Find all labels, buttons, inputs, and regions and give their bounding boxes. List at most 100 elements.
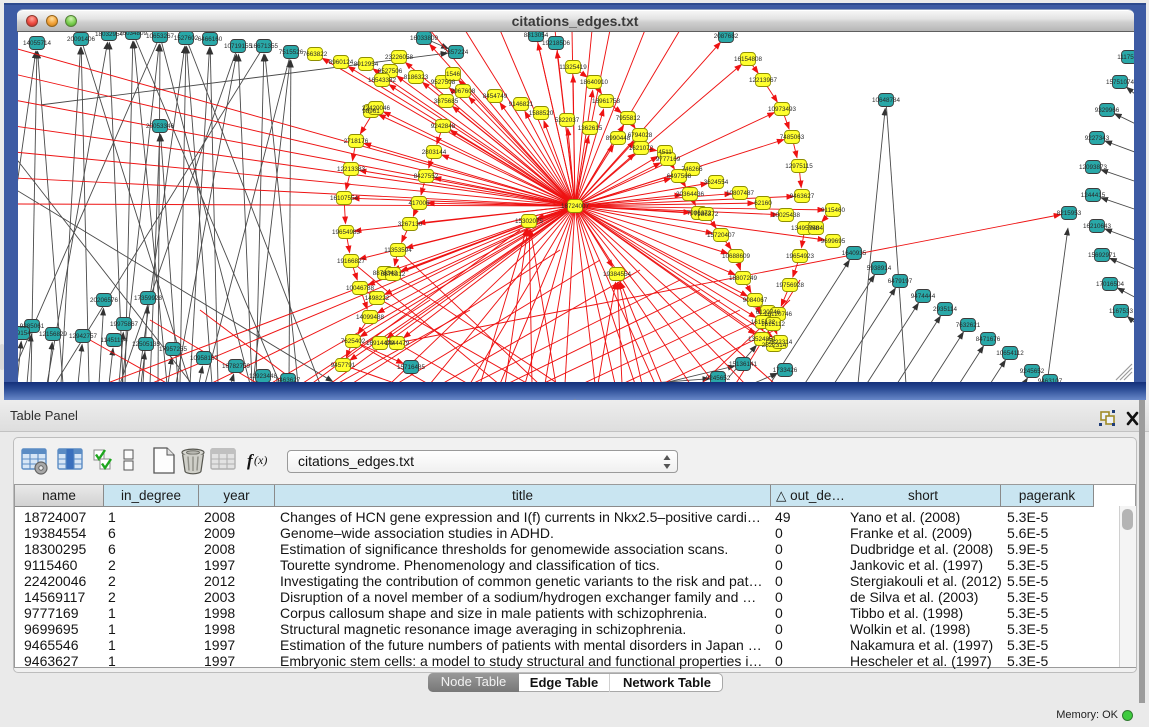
svg-text:23226058: 23226058	[385, 54, 414, 61]
svg-text:3875685: 3875685	[434, 98, 459, 105]
svg-text:8960124: 8960124	[329, 59, 354, 66]
svg-text:9699695: 9699695	[821, 238, 846, 245]
svg-text:17016504: 17016504	[1096, 281, 1125, 288]
svg-text:18640910: 18640910	[580, 79, 609, 86]
svg-text:3624554: 3624554	[704, 179, 729, 186]
svg-text:6479197: 6479197	[888, 278, 913, 285]
svg-text:10688609: 10688609	[722, 253, 751, 260]
svg-text:10025438: 10025438	[772, 212, 801, 219]
svg-text:19756928: 19756928	[776, 282, 805, 289]
svg-text:5322037: 5322037	[555, 117, 580, 124]
svg-text:9115460: 9115460	[821, 207, 846, 214]
svg-text:1615112: 1615112	[761, 321, 786, 328]
svg-text:16782759: 16782759	[222, 363, 251, 370]
svg-text:20364436: 20364436	[676, 191, 705, 198]
svg-text:2522314: 2522314	[768, 339, 793, 346]
svg-text:5938914: 5938914	[867, 265, 892, 272]
svg-text:8215953: 8215953	[1057, 210, 1082, 217]
svg-text:14055714: 14055714	[23, 40, 52, 47]
svg-text:15136141: 15136141	[729, 361, 758, 368]
svg-text:16961758: 16961758	[592, 98, 621, 105]
svg-text:9457791: 9457791	[331, 362, 356, 369]
svg-text:16120746: 16120746	[764, 311, 793, 318]
svg-text:17359928: 17359928	[134, 295, 163, 302]
svg-text:746266: 746266	[681, 166, 703, 173]
svg-text:14099488: 14099488	[356, 314, 385, 321]
svg-text:4511: 4511	[658, 149, 672, 156]
svg-text:2935114: 2935114	[933, 306, 958, 313]
svg-text:2967608: 2967608	[451, 88, 476, 95]
svg-text:9463627: 9463627	[276, 377, 301, 382]
svg-text:9227343: 9227343	[1085, 135, 1110, 142]
svg-text:1117533: 1117533	[1117, 54, 1134, 61]
svg-text:12975115: 12975115	[785, 163, 813, 170]
svg-text:1244415: 1244415	[1081, 192, 1106, 199]
svg-text:3267130: 3267130	[398, 221, 423, 228]
svg-text:12942757: 12942757	[69, 333, 98, 340]
svg-text:10654112: 10654112	[996, 350, 1024, 357]
svg-text:19384554: 19384554	[603, 271, 632, 278]
svg-text:8427552: 8427552	[414, 173, 439, 180]
svg-text:1498222: 1498222	[365, 295, 390, 302]
svg-text:8186323: 8186323	[404, 74, 429, 81]
svg-text:15720407: 15720407	[707, 232, 736, 239]
svg-text:19654923: 19654923	[786, 253, 815, 260]
svg-text:11325419: 11325419	[559, 64, 587, 71]
svg-text:7986372: 7986372	[694, 211, 719, 218]
svg-text:9777169: 9777169	[656, 156, 681, 163]
svg-text:2087682: 2087682	[714, 33, 739, 40]
svg-text:8813054: 8813054	[524, 32, 549, 39]
svg-text:10973493: 10973493	[768, 106, 797, 113]
svg-text:20091406: 20091406	[67, 36, 96, 43]
svg-text:19975867: 19975867	[110, 321, 139, 328]
svg-text:1444479: 1444479	[385, 340, 410, 347]
svg-text:10958187: 10958187	[190, 355, 219, 362]
svg-text:8471676: 8471676	[976, 336, 1001, 343]
svg-text:9527506: 9527506	[378, 68, 403, 75]
svg-text:1362615: 1362615	[578, 125, 603, 132]
svg-text:17957255: 17957255	[159, 346, 188, 353]
svg-text:20053346: 20053346	[146, 123, 175, 130]
svg-text:16107554: 16107554	[330, 195, 359, 202]
svg-text:15302075: 15302075	[515, 218, 544, 225]
svg-text:10719155: 10719155	[224, 43, 253, 50]
svg-text:9527508: 9527508	[431, 79, 456, 86]
svg-text:9245652: 9245652	[706, 375, 731, 382]
svg-text:9329966: 9329966	[1095, 107, 1120, 114]
svg-text:16210643: 16210643	[1083, 223, 1112, 230]
svg-text:15716485: 15716485	[397, 364, 426, 371]
svg-text:11451194: 11451194	[100, 337, 128, 344]
svg-text:18724007: 18724007	[561, 203, 590, 210]
svg-text:16671355: 16671355	[250, 43, 279, 50]
svg-text:7663822: 7663822	[303, 51, 328, 58]
svg-text:10046788: 10046788	[346, 285, 375, 292]
svg-text:11353594: 11353594	[384, 247, 412, 254]
svg-text:10653267: 10653267	[146, 33, 175, 40]
svg-text:8912954: 8912954	[354, 61, 379, 68]
svg-text:1546: 1546	[446, 71, 461, 78]
svg-text:12213383: 12213383	[337, 166, 366, 173]
svg-text:18807249: 18807249	[729, 275, 758, 282]
svg-text:9463107: 9463107	[1038, 378, 1063, 382]
svg-text:9404: 9404	[809, 225, 824, 232]
svg-text:7357224: 7357224	[444, 49, 469, 56]
svg-text:9242848: 9242848	[431, 123, 456, 130]
svg-text:19218506: 19218506	[542, 40, 571, 47]
svg-text:12156829: 12156829	[39, 331, 68, 338]
svg-text:2803144: 2803144	[422, 149, 447, 156]
svg-text:1527602: 1527602	[174, 35, 199, 42]
svg-text:12923448: 12923448	[249, 373, 278, 380]
svg-text:1621072: 1621072	[629, 145, 654, 152]
svg-text:9463627: 9463627	[790, 193, 815, 200]
svg-text:6466160: 6466160	[198, 36, 223, 43]
svg-text:12505135: 12505135	[132, 341, 161, 348]
svg-text:2718176: 2718176	[344, 138, 369, 145]
svg-text:9146821: 9146821	[509, 101, 534, 108]
svg-text:15692971: 15692971	[1088, 252, 1117, 259]
svg-text:22420046: 22420046	[362, 105, 391, 112]
svg-text:16154808: 16154808	[734, 56, 763, 63]
svg-text:10648784: 10648784	[872, 97, 901, 104]
svg-text:1588520: 1588520	[529, 110, 554, 117]
svg-text:1733426: 1733426	[773, 367, 798, 374]
svg-text:19166827: 19166827	[337, 258, 366, 265]
